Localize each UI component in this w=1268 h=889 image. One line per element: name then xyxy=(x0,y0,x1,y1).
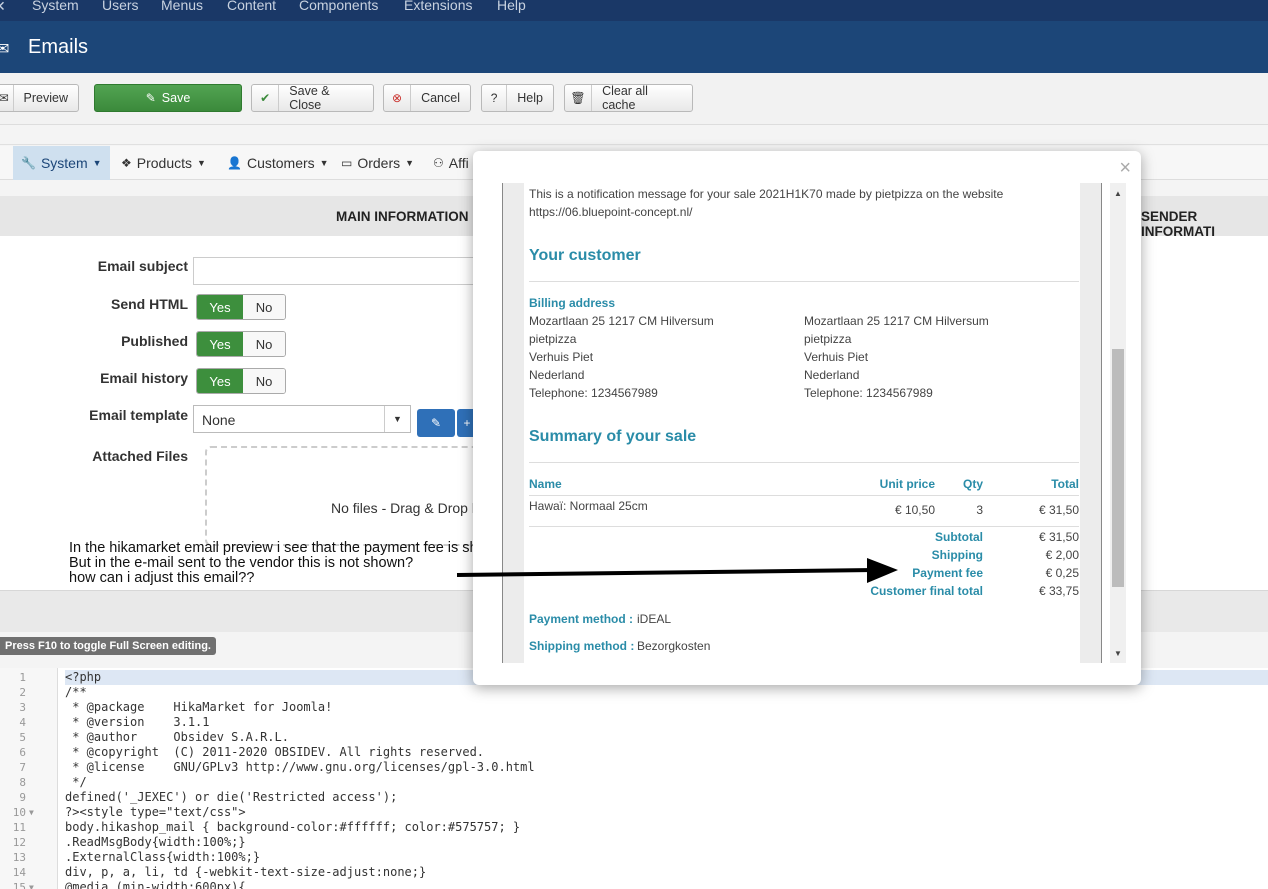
annotation-arrow xyxy=(456,558,898,583)
